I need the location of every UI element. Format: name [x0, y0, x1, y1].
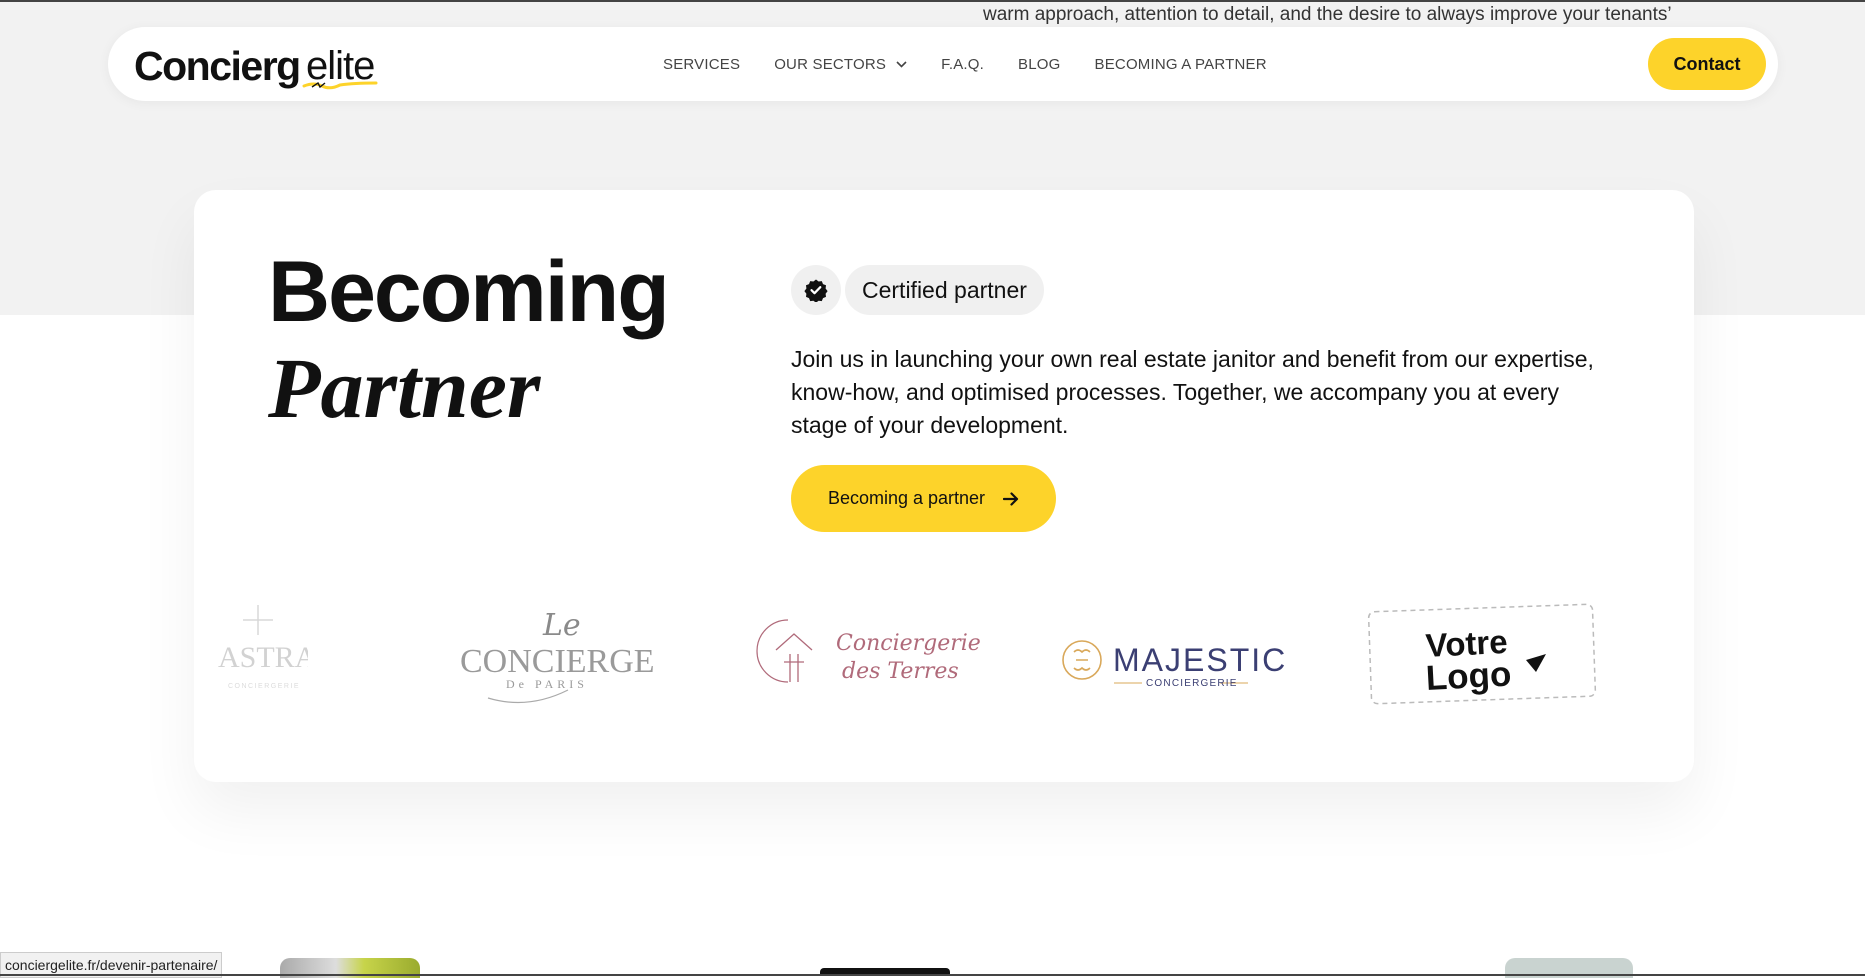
badge-label: Certified partner [845, 265, 1044, 315]
logo-swoosh-icon [302, 81, 378, 90]
nav-item-label: F.A.Q. [941, 55, 985, 73]
main-navbar: Concierg elite SERVICES OUR SECTORS F.A.… [108, 27, 1778, 101]
arrow-right-icon [1003, 491, 1019, 506]
astral-logo-image: ASTRAL CONCIERGERIE [218, 605, 335, 690]
le-concierge-sub: De PARIS [506, 677, 588, 691]
terres-logo-line1: Conciergerie [836, 631, 981, 656]
logo-votre-logo-placeholder[interactable]: Votre Logo [1364, 600, 1604, 710]
nav-item-label: OUR SECTORS [774, 55, 887, 73]
contact-button[interactable]: Contact [1648, 38, 1766, 90]
majestic-logo-text: MAJESTIC [1113, 642, 1287, 678]
hero-description: Join us in launching your own real estat… [791, 346, 1594, 438]
votre-logo-line2: Logo [1425, 655, 1512, 698]
verified-badge-icon [804, 279, 828, 302]
le-concierge-main: CONCIERGE [460, 643, 655, 680]
nav-item-label: BLOG [1018, 55, 1061, 73]
badge-icon-container [791, 265, 841, 315]
nav-item-services[interactable]: SERVICES [663, 56, 740, 73]
scrolling-ticker-text: warm approach, attention to detail, and … [983, 4, 1672, 25]
nav-item-label: BECOMING A PARTNER [1094, 55, 1267, 73]
page-title-line1: Becoming [268, 244, 670, 340]
window-top-border [0, 0, 1865, 2]
terres-logo-image: Conciergerie des Terres [756, 619, 981, 684]
majestic-logo-subtext: CONCIERGERIE [1146, 678, 1238, 689]
le-concierge-logo-image: Le CONCIERGE De PARIS [460, 608, 655, 704]
nav-links: SERVICES OUR SECTORS F.A.Q. BLOG BECOMIN… [663, 27, 1301, 101]
nav-item-our-sectors[interactable]: OUR SECTORS [774, 56, 907, 73]
votre-logo-image: Votre Logo [1367, 603, 1597, 705]
logo-le-concierge: Le CONCIERGE De PARIS [458, 600, 668, 710]
logo-conciergerie-des-terres: Conciergerie des Terres [754, 610, 984, 700]
nav-item-faq[interactable]: F.A.Q. [941, 56, 984, 73]
nav-item-blog[interactable]: BLOG [1018, 56, 1060, 73]
chevron-down-icon [896, 60, 907, 68]
nav-item-becoming-partner[interactable]: BECOMING A PARTNER [1095, 56, 1267, 73]
partner-logos-carousel: ASTRAL CONCIERGERIE Le CONCIERGE De PARI… [194, 600, 1694, 710]
le-concierge-script: Le [542, 608, 581, 643]
terres-logo-line2: des Terres [842, 659, 959, 684]
nav-item-label: SERVICES [663, 55, 741, 73]
partner-hero-card: Becoming Partner Certified partner Join … [194, 190, 1694, 782]
becoming-partner-button[interactable]: Becoming a partner [791, 465, 1056, 532]
brand-name-main: Concierg [134, 43, 301, 89]
logo-majestic: MAJESTIC CONCIERGERIE [1062, 620, 1292, 700]
majestic-logo-image: MAJESTIC CONCIERGERIE [1062, 640, 1287, 689]
astral-logo-text: ASTRAL [218, 641, 308, 674]
page-title-line2: Partner [268, 340, 541, 436]
button-label: Becoming a partner [827, 488, 986, 508]
certified-badge: Certified partner [791, 265, 1044, 315]
logo-astral: ASTRAL CONCIERGERIE [218, 600, 335, 710]
astral-logo-subtext: CONCIERGERIE [228, 683, 300, 690]
